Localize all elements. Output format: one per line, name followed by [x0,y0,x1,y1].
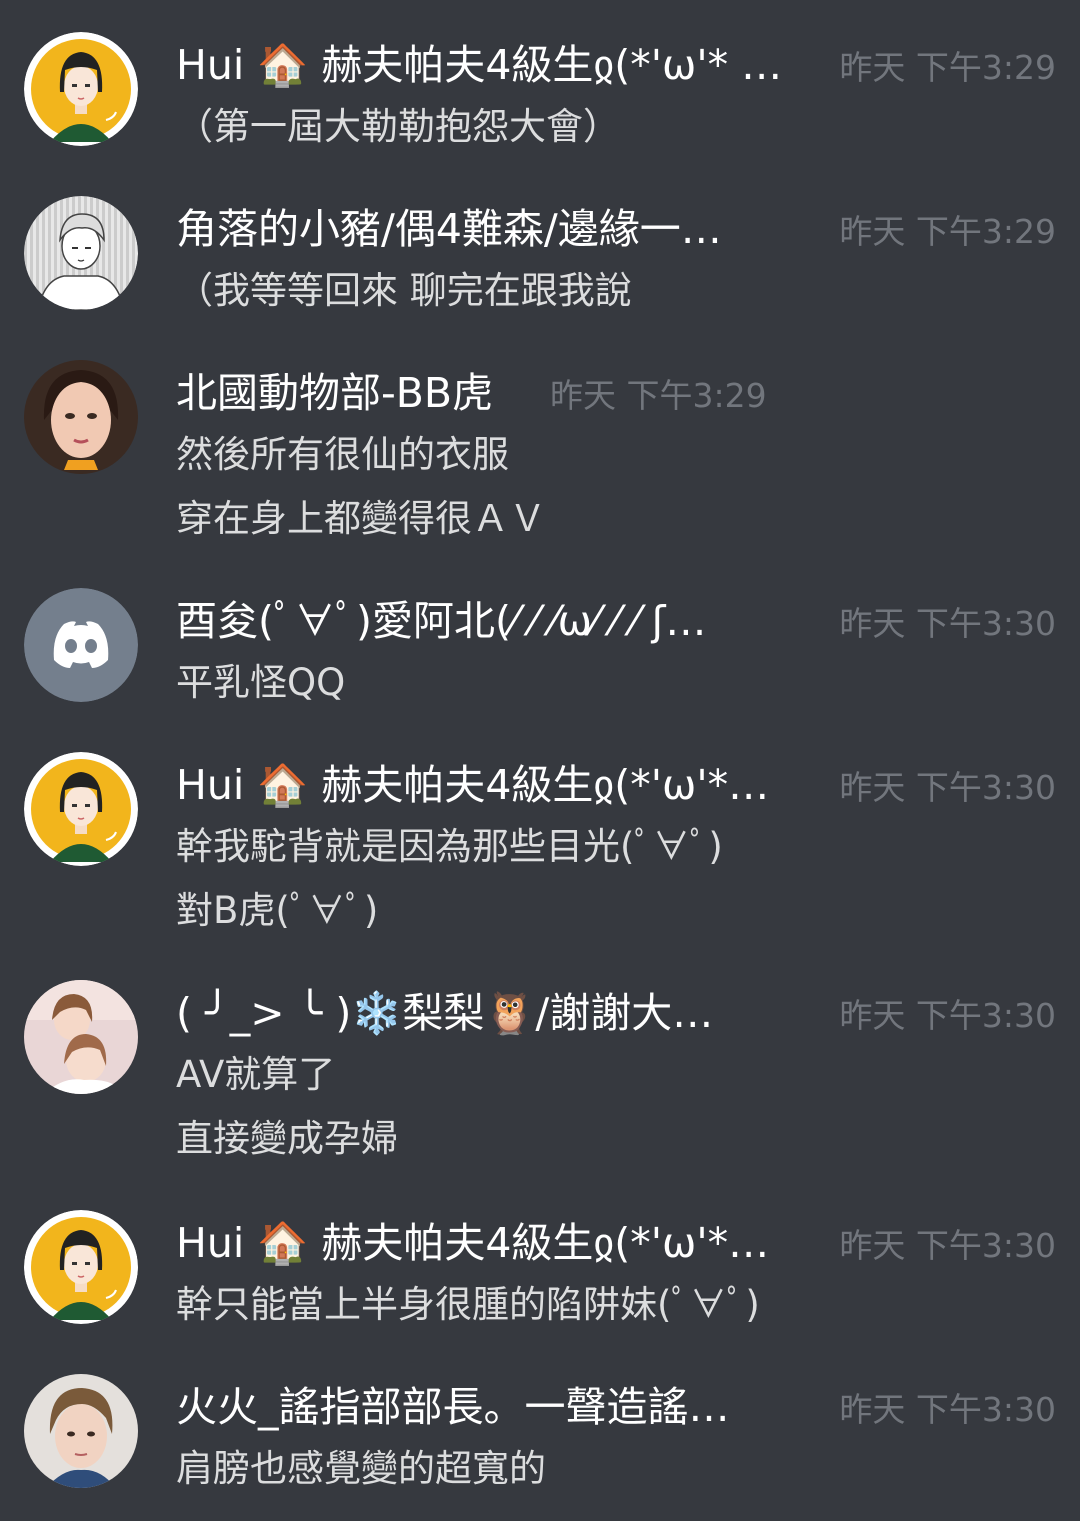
avatar-photo-pair-icon [24,980,138,1094]
avatar[interactable] [24,32,138,146]
username[interactable]: 角落的小豬/偶4難森/邊緣一… [176,200,722,258]
message-header: Hui 🏠 赫夫帕夫4級生ჲ(*'ω'*… 昨天 下午3:30 [176,756,1056,814]
avatar[interactable] [24,588,138,702]
message-list: Hui 🏠 赫夫帕夫4級生ჲ(*'ω'* … 昨天 下午3:29 （第一屆大勒勒… [0,0,1080,1521]
timestamp: 昨天 下午3:29 [550,376,767,415]
avatar-photo-girl-icon [24,360,138,474]
timestamp: 昨天 下午3:30 [839,604,1056,643]
message-header: 火火_謠指部部長。一聲造謠… 昨天 下午3:30 [176,1378,1056,1436]
username[interactable]: ( ╯_> ╰ )❄️梨梨🦉/謝謝大… [176,984,713,1042]
message-text[interactable]: （第一屆大勒勒抱怨大會） [176,102,1056,152]
avatar[interactable] [24,752,138,866]
avatar-sketch-boy-icon [24,196,138,310]
avatar[interactable] [24,196,138,310]
message-group: 火火_謠指部部長。一聲造謠… 昨天 下午3:30 肩膀也感覺變的超寬的 [0,1374,1080,1514]
message-header: Hui 🏠 赫夫帕夫4級生ჲ(*'ω'* … 昨天 下午3:29 [176,36,1056,94]
avatar-photo-shorthair-icon [24,1374,138,1488]
username[interactable]: 火火_謠指部部長。一聲造謠… [176,1378,730,1436]
message-header: Hui 🏠 赫夫帕夫4級生ჲ(*'ω'*… 昨天 下午3:30 [176,1214,1056,1272]
message-group: Hui 🏠 赫夫帕夫4級生ჲ(*'ω'* … 昨天 下午3:29 （第一屆大勒勒… [0,32,1080,172]
message-text[interactable]: AV就算了 [176,1050,1056,1100]
avatar[interactable] [24,1210,138,1324]
avatar[interactable] [24,360,138,474]
avatar-girl-yellow-icon [24,752,138,866]
avatar[interactable] [24,1374,138,1488]
message-text[interactable]: 肩膀也感覺變的超寬的 [176,1444,1056,1494]
avatar[interactable] [24,980,138,1094]
message-group: 酉夋(ﾟ∀ﾟ)愛阿北(⁄ ⁄ ⁄ω⁄ ⁄ ⁄ ʃ… 昨天 下午3:30 平乳怪Q… [0,588,1080,728]
timestamp: 昨天 下午3:30 [839,1390,1056,1429]
username[interactable]: Hui 🏠 赫夫帕夫4級生ჲ(*'ω'* … [176,36,782,94]
username[interactable]: 北國動物部-BB虎 [176,364,493,422]
timestamp: 昨天 下午3:30 [839,768,1056,807]
username[interactable]: 酉夋(ﾟ∀ﾟ)愛阿北(⁄ ⁄ ⁄ω⁄ ⁄ ⁄ ʃ… [176,592,706,650]
timestamp: 昨天 下午3:29 [839,212,1056,251]
message-text[interactable]: （我等等回來 聊完在跟我說 [176,266,1056,316]
message-text[interactable]: 然後所有很仙的衣服 [176,430,1056,480]
message-header: 酉夋(ﾟ∀ﾟ)愛阿北(⁄ ⁄ ⁄ω⁄ ⁄ ⁄ ʃ… 昨天 下午3:30 [176,592,1056,650]
message-text[interactable]: 幹只能當上半身很腫的陷阱妹(ﾟ∀ﾟ) [176,1280,1056,1330]
message-text[interactable]: 對B虎(ﾟ∀ﾟ) [176,886,1056,936]
message-text[interactable]: 平乳怪QQ [176,658,1056,708]
message-group: 北國動物部-BB虎 昨天 下午3:29 然後所有很仙的衣服 穿在身上都變得很ＡＶ [0,360,1080,560]
username[interactable]: Hui 🏠 赫夫帕夫4級生ჲ(*'ω'*… [176,756,769,814]
message-header: 北國動物部-BB虎 昨天 下午3:29 [176,364,1056,422]
message-header: ( ╯_> ╰ )❄️梨梨🦉/謝謝大… 昨天 下午3:30 [176,984,1056,1042]
discord-logo-icon [24,588,138,702]
timestamp: 昨天 下午3:30 [839,996,1056,1035]
avatar-girl-yellow-icon [24,32,138,146]
message-text[interactable]: 幹我駝背就是因為那些目光(ﾟ∀ﾟ) [176,822,1056,872]
message-group: 角落的小豬/偶4難森/邊緣一… 昨天 下午3:29 （我等等回來 聊完在跟我說 [0,196,1080,336]
username[interactable]: Hui 🏠 赫夫帕夫4級生ჲ(*'ω'*… [176,1214,769,1272]
avatar-girl-yellow-icon [24,1210,138,1324]
message-header: 角落的小豬/偶4難森/邊緣一… 昨天 下午3:29 [176,200,1056,258]
timestamp: 昨天 下午3:30 [839,1226,1056,1265]
message-group: Hui 🏠 赫夫帕夫4級生ჲ(*'ω'*… 昨天 下午3:30 幹只能當上半身很… [0,1210,1080,1350]
timestamp: 昨天 下午3:29 [839,48,1056,87]
message-group: ( ╯_> ╰ )❄️梨梨🦉/謝謝大… 昨天 下午3:30 AV就算了 直接變成… [0,980,1080,1180]
message-text[interactable]: 直接變成孕婦 [176,1114,1056,1164]
message-group: Hui 🏠 赫夫帕夫4級生ჲ(*'ω'*… 昨天 下午3:30 幹我駝背就是因為… [0,752,1080,952]
message-text[interactable]: 穿在身上都變得很ＡＶ [176,494,1056,544]
